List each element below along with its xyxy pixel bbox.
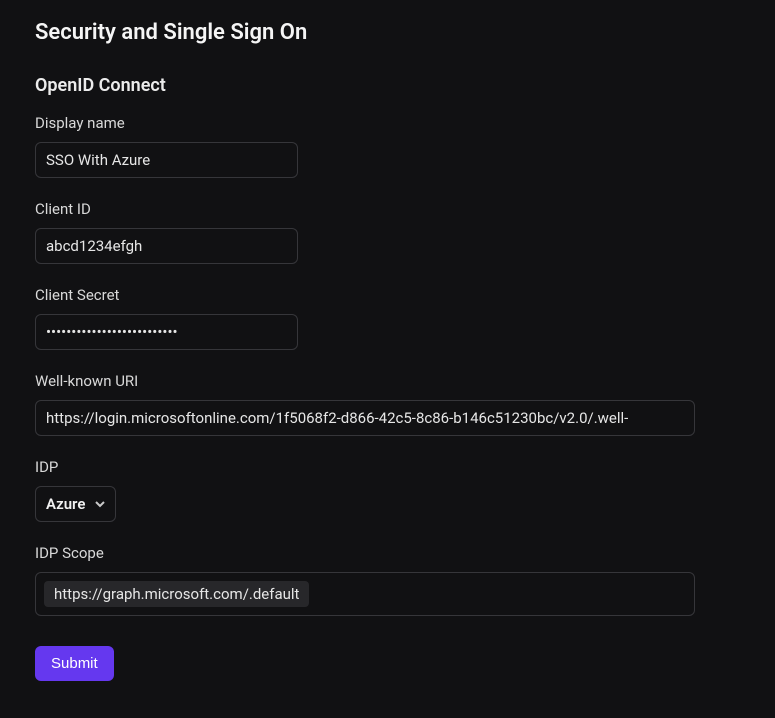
page-title: Security and Single Sign On bbox=[35, 20, 740, 45]
label-client-id: Client ID bbox=[35, 200, 740, 218]
tag-idp-scope[interactable]: https://graph.microsoft.com/.default bbox=[44, 581, 309, 607]
field-client-id: Client ID bbox=[35, 200, 740, 264]
field-display-name: Display name bbox=[35, 114, 740, 178]
input-idp-scope[interactable]: https://graph.microsoft.com/.default bbox=[35, 572, 695, 616]
label-well-known-uri: Well-known URI bbox=[35, 372, 740, 390]
select-idp[interactable]: Azure bbox=[35, 486, 116, 522]
input-client-id[interactable] bbox=[35, 228, 298, 264]
chevron-down-icon bbox=[95, 499, 105, 509]
label-display-name: Display name bbox=[35, 114, 740, 132]
submit-button[interactable]: Submit bbox=[35, 646, 114, 681]
input-well-known-uri[interactable] bbox=[35, 400, 695, 436]
field-client-secret: Client Secret bbox=[35, 286, 740, 350]
label-client-secret: Client Secret bbox=[35, 286, 740, 304]
select-idp-value: Azure bbox=[46, 495, 85, 513]
field-idp: IDP Azure bbox=[35, 458, 740, 522]
section-title-openid: OpenID Connect bbox=[35, 75, 740, 96]
field-idp-scope: IDP Scope https://graph.microsoft.com/.d… bbox=[35, 544, 740, 616]
field-well-known-uri: Well-known URI bbox=[35, 372, 740, 436]
input-display-name[interactable] bbox=[35, 142, 298, 178]
input-client-secret[interactable] bbox=[35, 314, 298, 350]
label-idp: IDP bbox=[35, 458, 740, 476]
label-idp-scope: IDP Scope bbox=[35, 544, 740, 562]
